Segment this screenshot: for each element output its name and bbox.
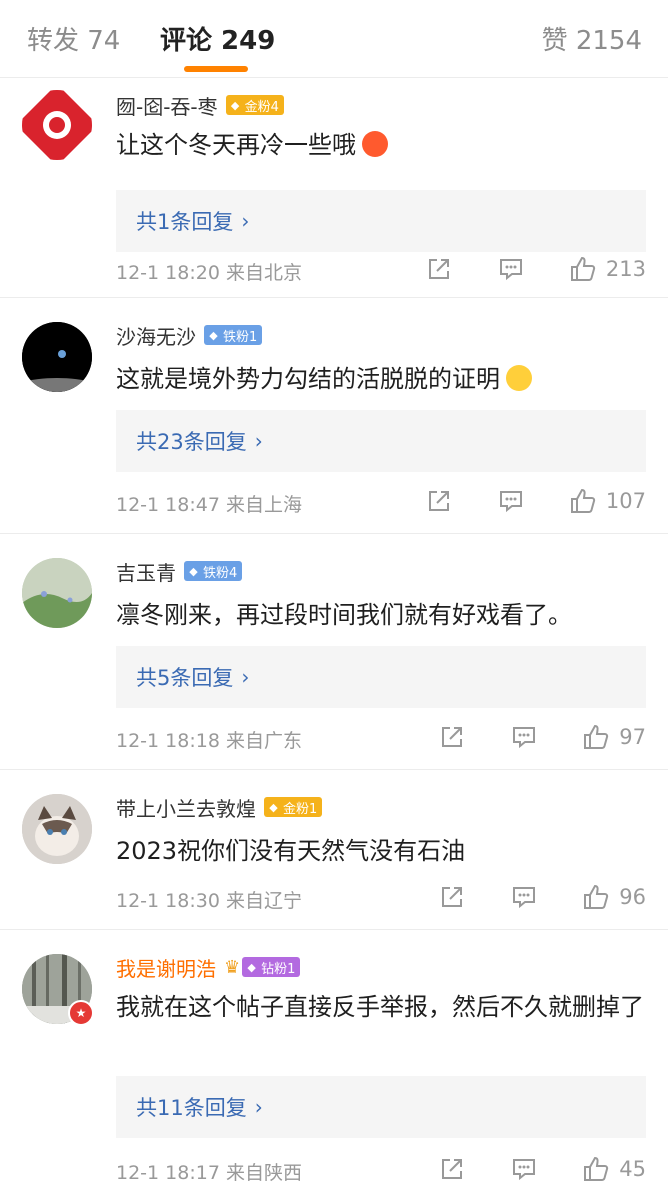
avatar[interactable] xyxy=(22,322,92,392)
comment-item: ★ 我是谢明浩 ♛ ◆ 钻粉1 我就在这个帖子直接反手举报，然后不久就删掉了 共1… xyxy=(0,930,668,1200)
avatar[interactable] xyxy=(22,558,92,628)
comment-text: 让这个冬天再冷一些哦 xyxy=(116,126,646,164)
share-icon[interactable] xyxy=(424,254,454,284)
comment-tabs: 转发 74 评论 249 赞 2154 xyxy=(0,0,668,78)
avatar[interactable] xyxy=(22,90,92,160)
share-icon[interactable] xyxy=(424,486,454,516)
comment-text: 这就是境外势力勾结的活脱脱的证明 xyxy=(116,360,646,398)
share-icon[interactable] xyxy=(437,882,467,912)
comment-actions: 213 xyxy=(424,254,646,284)
fan-badge[interactable]: ◆ 金粉1 xyxy=(264,797,323,817)
commenter-info: 沙海无沙 ◆ 铁粉1 xyxy=(116,320,263,350)
fan-badge[interactable]: ◆ 钻粉1 xyxy=(242,957,301,977)
chevron-right-icon: › xyxy=(254,429,263,453)
tab-likes[interactable]: 赞 2154 xyxy=(542,20,642,57)
comment-meta: 12-1 18:20 来自北京 xyxy=(116,262,302,284)
fan-badge[interactable]: ◆ 铁粉4 xyxy=(184,561,243,581)
commenter-name[interactable]: 吉玉青 xyxy=(116,557,176,586)
comment-meta: 12-1 18:17 来自陕西 xyxy=(116,1162,302,1184)
comment-icon[interactable] xyxy=(509,1154,539,1184)
comment-item: 沙海无沙 ◆ 铁粉1 这就是境外势力勾结的活脱脱的证明 共23条回复 › 12-1 … xyxy=(0,298,668,534)
share-icon[interactable] xyxy=(437,1154,467,1184)
comment-meta: 12-1 18:30 来自辽宁 xyxy=(116,890,302,912)
share-icon[interactable] xyxy=(437,722,467,752)
like-count: 107 xyxy=(605,489,646,513)
comment-icon[interactable] xyxy=(509,722,539,752)
grass-photo-avatar-icon xyxy=(22,558,92,628)
comment-actions: 96 xyxy=(437,882,646,912)
comment-item: 带上小兰去敦煌 ◆ 金粉1 2023祝你们没有天然气没有石油 12-1 18:30… xyxy=(0,770,668,930)
fan-level-icon: ◆ xyxy=(269,800,278,814)
comment-actions: 97 xyxy=(437,722,646,752)
thumbs-up-icon[interactable] xyxy=(581,722,611,752)
comment-item: 吉玉青 ◆ 铁粉4 凛冬刚来，再过段时间我们就有好戏看了。 共5条回复 › 12-1… xyxy=(0,534,668,770)
cat-photo-avatar-icon xyxy=(22,794,92,864)
active-tab-indicator xyxy=(184,66,248,72)
reply-summary[interactable]: 共5条回复 › xyxy=(116,646,646,708)
thinking-face-icon xyxy=(506,365,532,391)
chevron-right-icon: › xyxy=(254,1095,263,1119)
thumbs-up-icon[interactable] xyxy=(568,486,598,516)
comment-icon[interactable] xyxy=(496,254,526,284)
verified-badge-icon: ★ xyxy=(68,1000,94,1026)
fan-level-icon: ◆ xyxy=(189,564,198,578)
commenter-name[interactable]: 沙海无沙 xyxy=(116,321,196,350)
comment-text: 2023祝你们没有天然气没有石油 xyxy=(116,837,466,865)
comment-item: 囫-囵-吞-枣 ◆ 金粉4 让这个冬天再冷一些哦 共1条回复 › 12-1 18:2… xyxy=(0,78,668,298)
tab-comments[interactable]: 评论 249 xyxy=(160,20,275,57)
comment-text: 我就在这个帖子直接反手举报，然后不久就删掉了 xyxy=(116,993,644,1021)
commenter-name[interactable]: 带上小兰去敦煌 xyxy=(116,793,256,822)
chevron-right-icon: › xyxy=(241,209,250,233)
reply-summary[interactable]: 共23条回复 › xyxy=(116,410,646,472)
reply-summary[interactable]: 共1条回复 › xyxy=(116,190,646,252)
chevron-right-icon: › xyxy=(241,665,250,689)
comment-actions: 107 xyxy=(424,486,646,516)
comment-text: 凛冬刚来，再过段时间我们就有好戏看了。 xyxy=(116,601,572,629)
comment-meta: 12-1 18:18 来自广东 xyxy=(116,730,302,752)
avatar[interactable] xyxy=(22,794,92,864)
comment-actions: 45 xyxy=(437,1154,646,1184)
like-count: 45 xyxy=(619,1157,646,1181)
commenter-info: 带上小兰去敦煌 ◆ 金粉1 xyxy=(116,792,323,822)
comment-meta: 12-1 18:47 来自上海 xyxy=(116,494,302,516)
fan-level-icon: ◆ xyxy=(209,328,218,342)
crown-icon: ♛ xyxy=(224,956,241,978)
thumbs-up-icon[interactable] xyxy=(581,1154,611,1184)
fu-papercut-avatar-icon xyxy=(22,90,92,160)
earthrise-avatar-icon xyxy=(22,322,92,392)
like-count: 213 xyxy=(605,257,646,281)
like-count: 97 xyxy=(619,725,646,749)
fan-badge[interactable]: ◆ 金粉4 xyxy=(225,95,284,115)
commenter-name[interactable]: 我是谢明浩 xyxy=(116,953,216,982)
thumbs-up-icon[interactable] xyxy=(568,254,598,284)
thumbs-up-icon[interactable] xyxy=(581,882,611,912)
commenter-info: 吉玉青 ◆ 铁粉4 xyxy=(116,556,243,586)
tab-forward[interactable]: 转发 74 xyxy=(27,20,120,57)
fan-level-icon: ◆ xyxy=(247,960,256,974)
commenter-info: 我是谢明浩 ♛ ◆ 钻粉1 xyxy=(116,952,301,982)
commenter-info: 囫-囵-吞-枣 ◆ 金粉4 xyxy=(116,90,284,120)
comment-icon[interactable] xyxy=(496,486,526,516)
fan-badge[interactable]: ◆ 铁粉1 xyxy=(204,325,263,345)
reply-summary[interactable]: 共11条回复 › xyxy=(116,1076,646,1138)
angry-face-icon xyxy=(362,131,388,157)
fan-level-icon: ◆ xyxy=(230,98,240,112)
commenter-name[interactable]: 囫-囵-吞-枣 xyxy=(116,91,218,120)
comment-icon[interactable] xyxy=(509,882,539,912)
like-count: 96 xyxy=(619,885,646,909)
